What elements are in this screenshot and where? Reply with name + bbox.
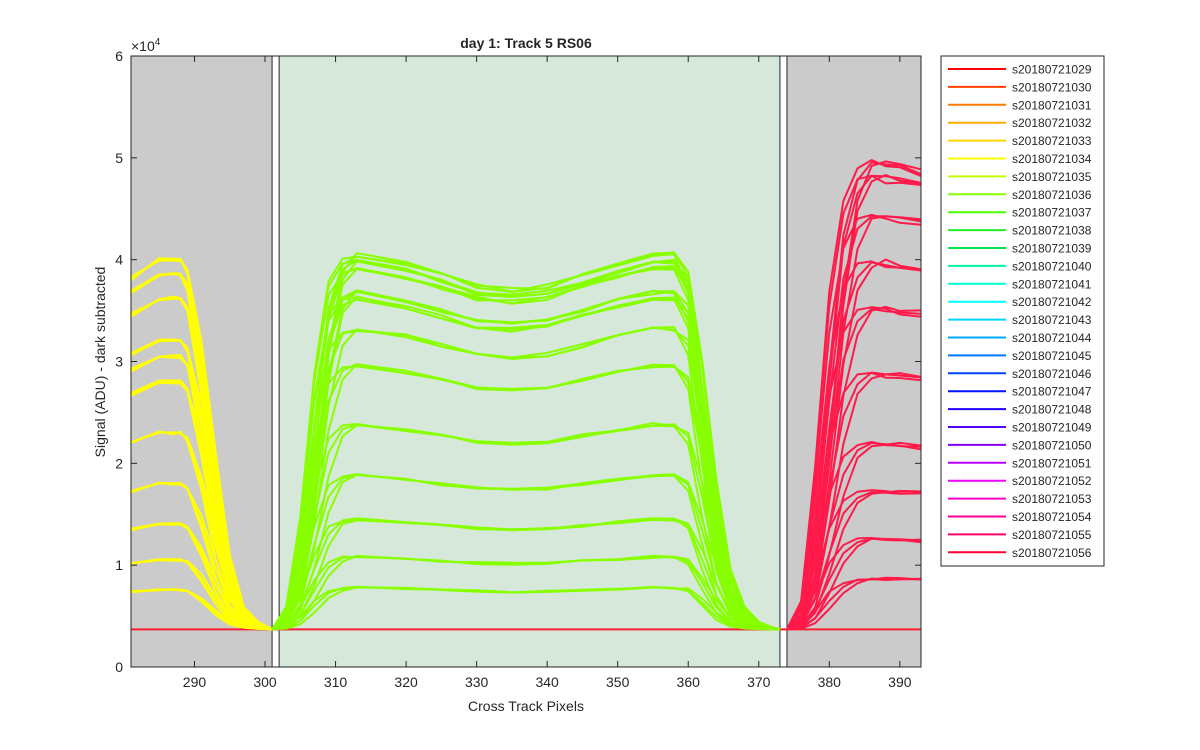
legend-entry: s20180721036 (1012, 188, 1092, 202)
y-tick-label: 1 (115, 557, 123, 573)
legend-entry: s20180721040 (1012, 259, 1092, 273)
legend-entry: s20180721032 (1012, 116, 1092, 130)
legend-entry: s20180721054 (1012, 510, 1092, 524)
chart-title: day 1: Track 5 RS06 (460, 35, 592, 51)
legend-entry: s20180721053 (1012, 492, 1092, 506)
legend-entry: s20180721029 (1012, 63, 1092, 77)
x-tick-label: 300 (253, 674, 277, 690)
y-axis-exponent: ×104 (131, 37, 161, 54)
legend-entry: s20180721046 (1012, 367, 1092, 381)
legend-entry: s20180721039 (1012, 242, 1092, 256)
x-tick-label: 390 (888, 674, 912, 690)
x-tick-label: 330 (465, 674, 489, 690)
legend-entry: s20180721052 (1012, 474, 1092, 488)
legend-entry: s20180721041 (1012, 277, 1092, 291)
x-tick-label: 370 (747, 674, 771, 690)
legend-entry: s20180721056 (1012, 546, 1092, 560)
y-tick-label: 5 (115, 150, 123, 166)
legend: s20180721029 s20180721030 s20180721031 s201… (940, 55, 1105, 567)
legend-entry: s20180721038 (1012, 224, 1092, 238)
legend-entry: s20180721033 (1012, 134, 1092, 148)
legend-box (940, 55, 1105, 567)
legend-entry: s20180721050 (1012, 438, 1092, 452)
legend-entry: s20180721034 (1012, 152, 1092, 166)
legend-entry: s20180721030 (1012, 80, 1092, 94)
legend-entry: s20180721044 (1012, 331, 1092, 345)
legend-entry: s20180721051 (1012, 456, 1092, 470)
y-tick-label: 3 (115, 354, 123, 370)
x-axis-label: Cross Track Pixels (468, 698, 584, 714)
y-tick-label: 2 (115, 455, 123, 471)
x-tick-label: 380 (818, 674, 842, 690)
y-axis-label: Signal (ADU) - dark subtracted (92, 267, 108, 458)
chart: 290 300 310 320 330 340 350 360 370 380 390 0 1 2 3 4 5… (92, 35, 1105, 714)
legend-entry: s20180721055 (1012, 528, 1092, 542)
legend-entry: s20180721031 (1012, 98, 1092, 112)
legend-entry: s20180721042 (1012, 295, 1092, 309)
x-tick-label: 360 (677, 674, 701, 690)
y-tick-label: 0 (115, 659, 123, 675)
legend-entry: s20180721049 (1012, 421, 1092, 435)
legend-entry: s20180721035 (1012, 170, 1092, 184)
legend-entry: s20180721037 (1012, 206, 1092, 220)
background-regions (131, 56, 921, 667)
legend-entry: s20180721043 (1012, 313, 1092, 327)
x-tick-label: 290 (183, 674, 207, 690)
x-tick-label: 320 (394, 674, 418, 690)
legend-entry: s20180721048 (1012, 403, 1092, 417)
y-tick-label: 6 (115, 48, 123, 64)
x-tick-label: 340 (535, 674, 559, 690)
x-tick-label: 310 (324, 674, 348, 690)
legend-entry: s20180721045 (1012, 349, 1092, 363)
legend-entry: s20180721047 (1012, 385, 1092, 399)
y-tick-label: 4 (115, 252, 123, 268)
x-tick-label: 350 (606, 674, 630, 690)
